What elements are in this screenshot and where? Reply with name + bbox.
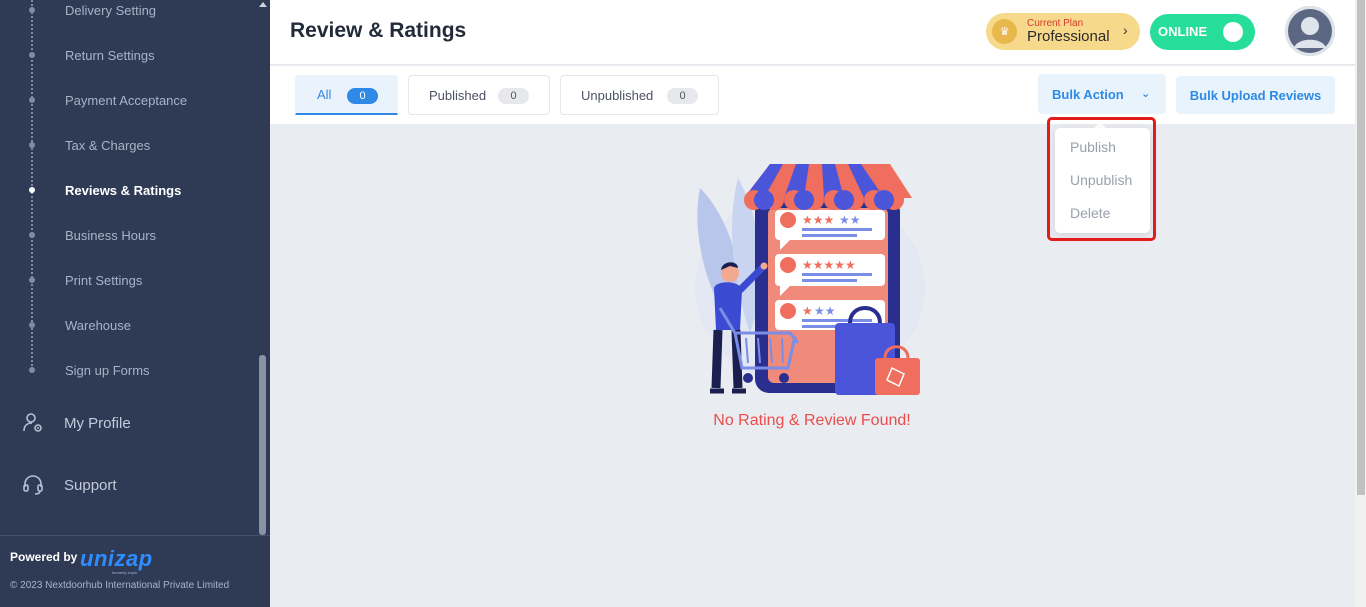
page-scrollbar-thumb[interactable] [1357,0,1365,495]
tab-label: Published [429,87,487,103]
sidebar-footer: Powered by unizap formerly zoylo © 2023 … [0,535,270,607]
online-toggle[interactable]: ONLINE [1150,14,1255,50]
sidebar-item-label: Print Settings [65,272,143,288]
bullet-icon [29,232,35,238]
sidebar-scrollbar[interactable] [259,355,266,535]
tab-count-badge: 0 [667,88,698,104]
sidebar-item-label: Business Hours [65,227,157,243]
svg-text:★★★: ★★★ [802,213,834,227]
sidebar-item-warehouse[interactable]: Warehouse [0,310,258,340]
tab-label: All [317,87,332,102]
sidebar-item-label: Payment Acceptance [65,92,188,108]
svg-text:★: ★ [802,304,813,318]
chevron-right-icon: › [1123,22,1128,38]
crown-icon: ♛ [992,19,1017,44]
bulk-upload-label: Bulk Upload Reviews [1189,87,1322,103]
plan-name: Professional [1027,28,1110,45]
bullet-icon [29,322,35,328]
bulk-action-label: Bulk Action [1052,86,1124,102]
brand-logo: unizap [80,546,153,571]
bullet-icon [29,52,35,58]
current-plan-button[interactable]: ♛ Current Plan Professional › [986,13,1140,50]
bullet-icon [29,187,35,193]
sidebar: Delivery Setting Return Settings Payment… [0,0,270,607]
sidebar-item-label: Return Settings [65,47,155,63]
bullet-icon [29,367,35,373]
settings-submenu: Delivery Setting Return Settings Payment… [0,0,258,390]
bulk-upload-reviews-button[interactable]: Bulk Upload Reviews [1176,76,1335,114]
sidebar-item-label: Sign up Forms [65,362,150,378]
headset-icon [23,475,43,495]
brand-tagline: formerly zoylo [112,570,137,575]
sidebar-item-payment-acceptance[interactable]: Payment Acceptance [0,85,258,115]
bullet-icon [29,142,35,148]
sidebar-item-label: Warehouse [65,317,131,333]
sidebar-item-return-settings[interactable]: Return Settings [0,40,258,70]
chevron-down-icon: ⌄ [1141,88,1151,100]
svg-text:★★: ★★ [839,213,861,227]
powered-by-label: Powered by [10,550,78,564]
tab-label: Unpublished [581,87,654,103]
svg-text:★★: ★★ [814,304,836,318]
scroll-up-arrow-icon[interactable] [259,2,267,7]
sidebar-item-sign-up-forms[interactable]: Sign up Forms [0,355,258,385]
bullet-icon [29,277,35,283]
bullet-icon [29,7,35,13]
sidebar-item-business-hours[interactable]: Business Hours [0,220,258,250]
sidebar-item-print-settings[interactable]: Print Settings [0,265,258,295]
bullet-icon [29,97,35,103]
empty-reviews-illustration: ★★★ ★★ ★★★★★ ★ ★★ [695,164,925,395]
copyright-text: © 2023 Nextdoorhub International Private… [10,580,230,591]
avatar[interactable] [1285,6,1335,56]
empty-state-message: No Rating & Review Found! [713,412,911,429]
tab-unpublished[interactable]: Unpublished 0 [560,75,719,115]
highlight-box [1047,117,1156,241]
bulk-action-button[interactable]: Bulk Action ⌄ [1038,74,1166,114]
tab-count-badge: 0 [498,88,529,104]
sidebar-item-label: Delivery Setting [65,2,157,18]
sidebar-item-my-profile[interactable]: My Profile [0,403,258,443]
tabs-bar: All 0 Published 0 Unpublished 0 Bulk Act… [270,66,1355,124]
toggle-knob [1223,22,1243,42]
sidebar-item-label: Reviews & Ratings [65,182,182,198]
sidebar-item-delivery-setting[interactable]: Delivery Setting [0,0,258,25]
sidebar-item-support[interactable]: Support [0,465,258,505]
page-title: Review & Ratings [290,19,467,42]
tab-published[interactable]: Published 0 [408,75,550,115]
sidebar-item-label: My Profile [64,414,131,432]
sidebar-item-label: Support [64,476,117,494]
sidebar-item-tax-charges[interactable]: Tax & Charges [0,130,258,160]
user-avatar-icon [1285,6,1335,56]
sidebar-item-label: Tax & Charges [65,137,151,153]
user-gear-icon [23,413,42,432]
online-status-label: ONLINE [1158,24,1208,39]
sidebar-item-reviews-ratings[interactable]: Reviews & Ratings [0,175,258,205]
tab-count-badge: 0 [347,88,378,104]
top-header: Review & Ratings ♛ Current Plan Professi… [270,0,1355,65]
tab-all[interactable]: All 0 [295,75,398,115]
svg-text:★★★★★: ★★★★★ [802,258,856,272]
